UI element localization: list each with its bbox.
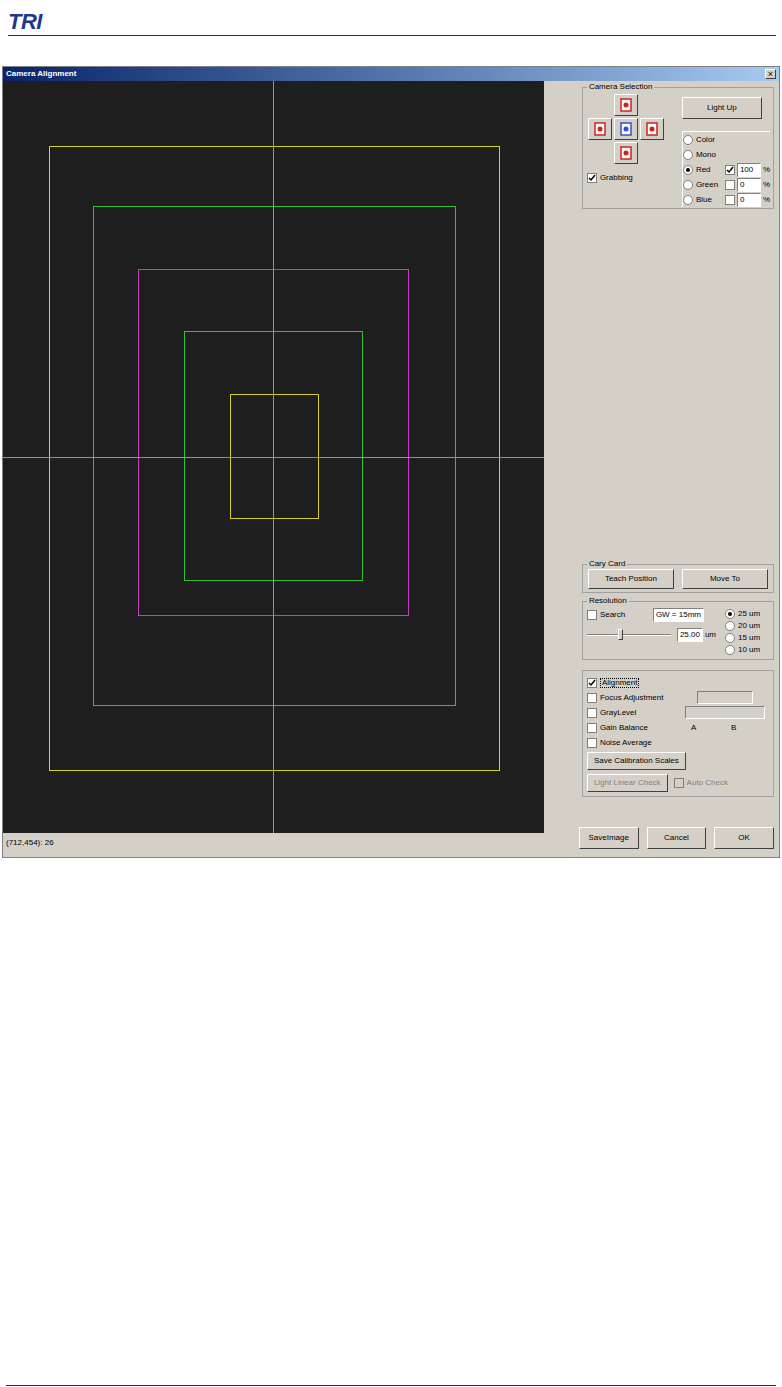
group-title: Cary Card <box>587 559 627 569</box>
radio-button[interactable] <box>725 633 735 643</box>
button[interactable]: Light Up <box>682 97 762 119</box>
camera-button[interactable] <box>640 118 664 140</box>
button[interactable]: Cancel <box>647 827 707 849</box>
resolution-option[interactable]: 15 um <box>725 632 769 644</box>
checkbox[interactable] <box>587 678 597 688</box>
camera-selection-group: Camera SelectionGrabbingLight UpColorMon… <box>582 87 774 209</box>
checkbox[interactable] <box>587 738 597 748</box>
camera-icon <box>593 121 607 137</box>
text-field[interactable] <box>685 706 765 719</box>
option-row[interactable]: Alignment <box>587 675 769 690</box>
balance-label: A <box>691 724 731 732</box>
checkbox[interactable] <box>587 173 597 183</box>
resolution-slider[interactable] <box>587 629 671 641</box>
checkbox[interactable] <box>587 610 597 620</box>
button: Light Linear Check <box>587 774 668 792</box>
radio-button[interactable] <box>683 150 693 160</box>
title-bar: Camera Alignment × <box>3 67 779 81</box>
checkbox[interactable] <box>587 708 597 718</box>
button[interactable]: OK <box>714 827 774 849</box>
window-title: Camera Alignment <box>6 70 76 78</box>
text-field[interactable]: 100 <box>737 163 761 177</box>
radio-button[interactable] <box>725 645 735 655</box>
close-button[interactable]: × <box>765 69 776 79</box>
mode-option[interactable]: Red100% <box>683 162 770 177</box>
camera-image[interactable] <box>3 81 544 833</box>
radio-button[interactable] <box>683 180 693 190</box>
option-row[interactable]: GrayLevel <box>587 705 769 720</box>
balance-label: B <box>731 724 736 732</box>
checkbox <box>674 778 684 788</box>
options-group: AlignmentFocus AdjustmentGrayLevelGain B… <box>582 670 774 797</box>
resolution-radio-group: 25 um20 um15 um10 um <box>725 608 769 656</box>
camera-icon <box>645 121 659 137</box>
checkbox[interactable] <box>725 180 735 190</box>
group-title: Camera Selection <box>587 82 655 92</box>
radio-button[interactable] <box>683 135 693 145</box>
radio-button[interactable] <box>725 621 735 631</box>
group-title: Resolution <box>587 596 629 606</box>
button[interactable]: Teach Position <box>588 569 674 589</box>
resolution-option[interactable]: 20 um <box>725 620 769 632</box>
button[interactable]: Move To <box>682 569 768 589</box>
search-region <box>49 146 500 771</box>
button[interactable]: Save Calibration Scales <box>587 752 686 770</box>
option-row[interactable]: Focus Adjustment <box>587 690 769 705</box>
text-field[interactable]: 25.00 <box>677 628 703 642</box>
mode-option[interactable]: Blue0% <box>683 192 770 207</box>
mode-option[interactable]: Green0% <box>683 177 770 192</box>
checkbox[interactable] <box>725 195 735 205</box>
camera-icon <box>619 121 633 137</box>
resolution-group: ResolutionSearchGW = 15mm25.00um25 um20 … <box>582 601 774 660</box>
checkbox[interactable] <box>587 723 597 733</box>
camera-button[interactable] <box>614 94 638 116</box>
camera-button[interactable] <box>588 118 612 140</box>
dialog-buttons: SaveImage Cancel OK <box>579 827 774 849</box>
radio-button[interactable] <box>683 195 693 205</box>
mode-option[interactable]: Color <box>683 132 770 147</box>
fov-region <box>93 206 456 706</box>
cary-card-group: Cary CardTeach PositionMove To <box>582 564 774 593</box>
resolution-option[interactable]: 25 um <box>725 608 769 620</box>
camera-icon <box>619 145 633 161</box>
camera-button[interactable] <box>614 118 638 140</box>
camera-icon <box>619 97 633 113</box>
crosshair-horizontal <box>3 457 544 458</box>
search-checkbox[interactable]: Search <box>587 610 653 620</box>
slider-thumb[interactable] <box>618 629 623 640</box>
mode-option[interactable]: Mono <box>683 147 770 162</box>
mode-radio-group: ColorMonoRed100%Green0%Blue0% <box>682 131 770 207</box>
text-field[interactable] <box>697 691 753 704</box>
text-field[interactable]: GW = 15mm <box>653 608 704 622</box>
camera-selector <box>588 94 674 164</box>
radio-button[interactable] <box>683 165 693 175</box>
text-field[interactable]: 0 <box>737 178 761 192</box>
camera-alignment-dialog: Camera Alignment × (712,454): 26 Camera S… <box>2 66 780 858</box>
radio-button[interactable] <box>725 609 735 619</box>
grabbing-checkbox[interactable]: Grabbing <box>587 173 674 183</box>
page-footer-line <box>6 1385 776 1387</box>
text-field[interactable]: 0 <box>737 193 761 207</box>
option-row[interactable]: Gain BalanceAB <box>587 720 769 735</box>
button[interactable]: SaveImage <box>579 827 639 849</box>
checkbox[interactable] <box>587 693 597 703</box>
status-bar: (712,454): 26 <box>3 833 544 847</box>
control-panel: Camera Selection Grabbing Light Up ColorMon… <box>544 81 779 857</box>
page-header: TRI <box>8 0 776 36</box>
checkbox[interactable] <box>725 165 735 175</box>
auto-check-checkbox: Auto Check <box>674 778 728 788</box>
camera-button[interactable] <box>614 142 638 164</box>
option-row[interactable]: Noise Average <box>587 735 769 750</box>
tri-logo: TRI <box>8 11 42 35</box>
resolution-option[interactable]: 10 um <box>725 644 769 656</box>
